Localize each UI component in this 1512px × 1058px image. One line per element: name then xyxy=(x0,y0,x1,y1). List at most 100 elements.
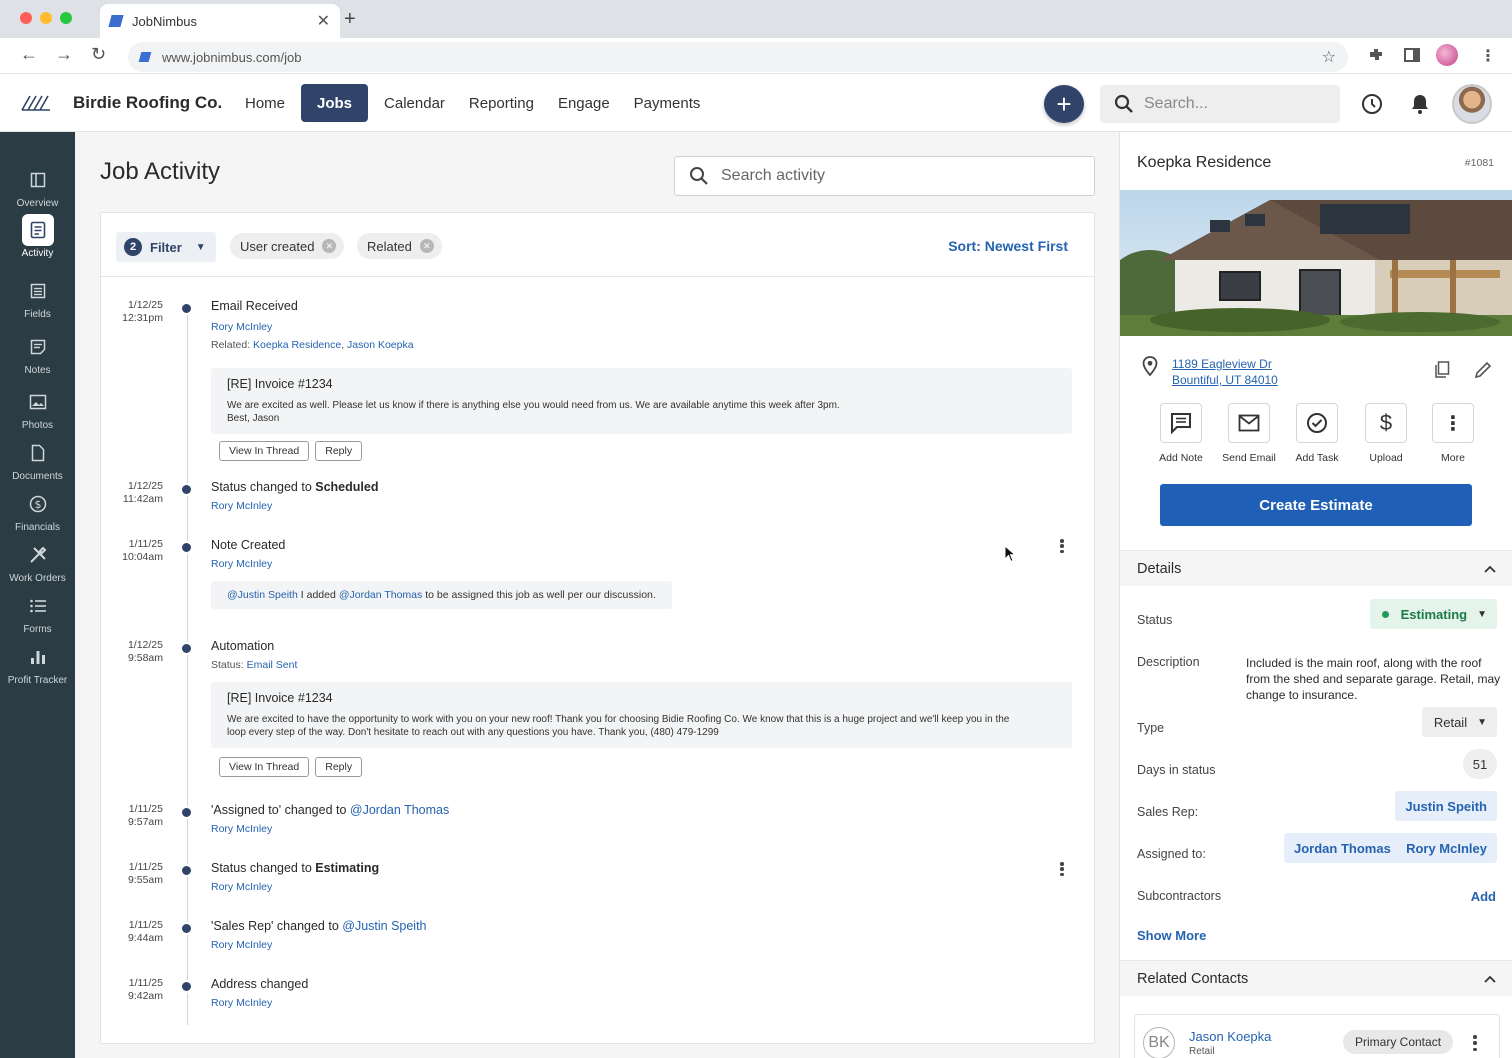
entry-user-link[interactable]: Rory McInley xyxy=(211,881,272,893)
entry-user-link[interactable]: Rory McInley xyxy=(211,997,272,1009)
house-photo[interactable] xyxy=(1120,190,1512,336)
sidebar-item-profit-tracker[interactable]: Profit Tracker xyxy=(0,641,75,686)
back-icon[interactable]: ← xyxy=(20,44,38,65)
global-search-input[interactable]: Search... xyxy=(1100,85,1340,123)
create-estimate-button[interactable]: Create Estimate xyxy=(1160,484,1472,526)
contact-name-link[interactable]: Jason Koepka xyxy=(1189,1029,1271,1044)
timeline-dot xyxy=(180,541,193,554)
nav-calendar[interactable]: Calendar xyxy=(376,84,453,122)
show-more-link[interactable]: Show More xyxy=(1137,928,1206,943)
sidebar-item-financials[interactable]: $ Financials xyxy=(0,488,75,533)
nav-home[interactable]: Home xyxy=(237,84,293,122)
nav-reporting[interactable]: Reporting xyxy=(461,84,542,122)
assignee-pill[interactable]: Jordan Thomas xyxy=(1284,833,1401,863)
sidebar-item-notes[interactable]: Notes xyxy=(0,331,75,376)
nav-jobs[interactable]: Jobs xyxy=(301,84,369,122)
extensions-icon[interactable] xyxy=(1367,46,1385,64)
sidebar-item-activity[interactable]: Activity xyxy=(0,214,75,259)
entry-mention[interactable]: @Jordan Thomas xyxy=(350,803,449,817)
browser-tab[interactable]: JobNimbus ✕ xyxy=(100,4,340,38)
close-tab-icon[interactable]: ✕ xyxy=(317,11,330,31)
window-close-dot[interactable] xyxy=(20,12,32,24)
copy-icon[interactable] xyxy=(1434,361,1450,379)
window-minimize-dot[interactable] xyxy=(40,12,52,24)
add-subcontractor-link[interactable]: Add xyxy=(1471,889,1496,904)
user-avatar[interactable] xyxy=(1452,84,1492,124)
assignee-pill[interactable]: Rory McInley xyxy=(1396,833,1497,863)
history-icon[interactable] xyxy=(1360,92,1384,116)
more-action[interactable]: ⋮ More xyxy=(1418,403,1488,464)
bookmark-star-icon[interactable]: ☆ xyxy=(1322,47,1336,67)
sort-button[interactable]: Sort: Newest First xyxy=(948,238,1068,254)
job-address-link[interactable]: 1189 Eagleview Dr Bountiful, UT 84010 xyxy=(1172,356,1278,388)
related-contacts-header[interactable]: Related Contacts xyxy=(1120,960,1512,996)
reply-button[interactable]: Reply xyxy=(315,757,363,777)
edit-pencil-icon[interactable] xyxy=(1474,361,1492,379)
type-dropdown[interactable]: Retail ▼ xyxy=(1421,707,1497,737)
reload-icon[interactable]: ↻ xyxy=(91,44,106,65)
work-orders-icon xyxy=(22,539,54,571)
create-new-button[interactable]: + xyxy=(1044,85,1084,123)
sales-rep-pill[interactable]: Justin Speith xyxy=(1395,791,1497,821)
reply-button[interactable]: Reply xyxy=(315,441,363,461)
contact-card[interactable]: BK Jason Koepka Retail Primary Contact xyxy=(1134,1014,1500,1058)
entry-more-icon[interactable] xyxy=(1056,861,1068,877)
action-label: Send Email xyxy=(1222,452,1276,464)
browser-menu-icon[interactable]: ⋮ xyxy=(1480,46,1496,66)
sidebar-item-documents[interactable]: Documents xyxy=(0,437,75,482)
sidebar-item-label: Overview xyxy=(16,198,59,209)
window-zoom-dot[interactable] xyxy=(60,12,72,24)
note-mention[interactable]: @Jordan Thomas xyxy=(339,589,422,601)
entry-title: 'Sales Rep' changed to @Justin Speith xyxy=(211,919,427,933)
nav-payments[interactable]: Payments xyxy=(626,84,709,122)
send-email-action[interactable]: Send Email xyxy=(1214,403,1284,464)
view-in-thread-button[interactable]: View In Thread xyxy=(219,757,310,777)
upload-action[interactable]: $ Upload xyxy=(1351,403,1421,464)
entry-title: Status changed to Scheduled xyxy=(211,480,378,494)
contact-more-icon[interactable] xyxy=(1473,1035,1477,1051)
page-title: Job Activity xyxy=(100,158,221,185)
sidebar-item-fields[interactable]: Fields xyxy=(0,275,75,320)
sidepanel-icon[interactable] xyxy=(1403,46,1421,64)
activity-search-input[interactable]: Search activity xyxy=(674,156,1095,196)
chevron-up-icon[interactable] xyxy=(1484,975,1496,983)
entry-user-link[interactable]: Rory McInley xyxy=(211,558,272,570)
notifications-bell-icon[interactable] xyxy=(1408,92,1432,116)
sidebar-item-forms[interactable]: Forms xyxy=(0,590,75,635)
field-label: Days in status xyxy=(1137,763,1216,777)
details-section-header[interactable]: Details xyxy=(1120,550,1512,586)
related-link-contact[interactable]: Jason Koepka xyxy=(347,339,414,351)
entry-user-link[interactable]: Rory McInley xyxy=(211,321,272,333)
entry-date: 1/11/25 xyxy=(128,977,163,989)
filter-button[interactable]: 2 Filter ▼ xyxy=(116,232,216,262)
forward-icon[interactable]: → xyxy=(55,44,73,65)
entry-user-link[interactable]: Rory McInley xyxy=(211,500,272,512)
contact-avatar: BK xyxy=(1143,1027,1175,1058)
entry-mention[interactable]: @Justin Speith xyxy=(342,919,426,933)
status-dropdown[interactable]: Estimating ▼ xyxy=(1369,599,1497,629)
sidebar-item-photos[interactable]: Photos xyxy=(0,386,75,431)
filter-chip-related[interactable]: Related ✕ xyxy=(357,233,442,259)
note-mention[interactable]: @Justin Speith xyxy=(227,589,298,601)
new-tab-icon[interactable]: + xyxy=(344,8,356,31)
chevron-up-icon[interactable] xyxy=(1484,565,1496,573)
add-task-action[interactable]: Add Task xyxy=(1282,403,1352,464)
view-in-thread-button[interactable]: View In Thread xyxy=(219,441,310,461)
entry-timestamp: 1/11/25 9:42am xyxy=(113,977,163,1002)
add-note-action[interactable]: Add Note xyxy=(1146,403,1216,464)
entry-user-link[interactable]: Rory McInley xyxy=(211,823,272,835)
sidebar-item-work-orders[interactable]: Work Orders xyxy=(0,539,75,584)
sidebar-item-overview[interactable]: Overview xyxy=(0,164,75,209)
entry-more-icon[interactable] xyxy=(1056,538,1068,554)
nav-engage[interactable]: Engage xyxy=(550,84,618,122)
main-content: Job Activity Search activity 2 Filter ▼ … xyxy=(75,132,1119,1058)
entry-user-link[interactable]: Rory McInley xyxy=(211,939,272,951)
url-field[interactable]: www.jobnimbus.com/job ☆ xyxy=(128,42,1348,72)
remove-chip-icon[interactable]: ✕ xyxy=(419,239,434,253)
browser-profile-avatar[interactable] xyxy=(1436,44,1458,66)
entry-timestamp: 1/11/25 9:57am xyxy=(113,803,163,828)
remove-chip-icon[interactable]: ✕ xyxy=(322,239,337,253)
filter-chip-user-created[interactable]: User created ✕ xyxy=(230,233,345,259)
mouse-cursor-icon xyxy=(1004,545,1016,563)
related-link-job[interactable]: Koepka Residence xyxy=(253,339,341,351)
